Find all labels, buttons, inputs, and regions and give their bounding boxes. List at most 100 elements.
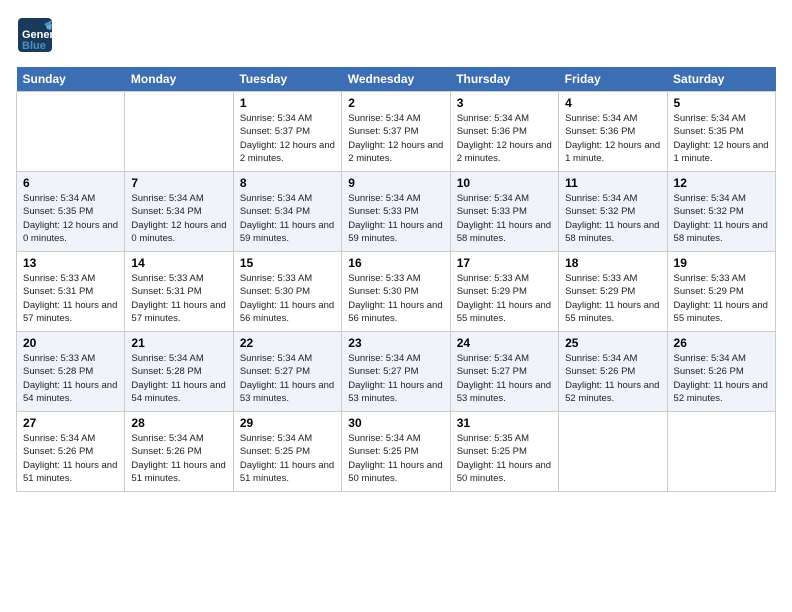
day-number: 29 — [240, 416, 335, 430]
page-header: General Blue — [16, 16, 776, 59]
day-number: 12 — [674, 176, 769, 190]
calendar-cell: 20 Sunrise: 5:33 AM Sunset: 5:28 PM Dayli… — [17, 332, 125, 412]
day-number: 14 — [131, 256, 226, 270]
day-info: Sunrise: 5:33 AM Sunset: 5:28 PM Dayligh… — [23, 352, 118, 405]
col-header-sunday: Sunday — [17, 67, 125, 92]
calendar-cell: 14 Sunrise: 5:33 AM Sunset: 5:31 PM Dayli… — [125, 252, 233, 332]
day-info: Sunrise: 5:34 AM Sunset: 5:27 PM Dayligh… — [240, 352, 335, 405]
calendar-cell: 16 Sunrise: 5:33 AM Sunset: 5:30 PM Dayli… — [342, 252, 450, 332]
calendar-cell: 6 Sunrise: 5:34 AM Sunset: 5:35 PM Daylig… — [17, 172, 125, 252]
day-info: Sunrise: 5:34 AM Sunset: 5:35 PM Dayligh… — [674, 112, 769, 165]
day-info: Sunrise: 5:34 AM Sunset: 5:26 PM Dayligh… — [131, 432, 226, 485]
col-header-wednesday: Wednesday — [342, 67, 450, 92]
day-number: 6 — [23, 176, 118, 190]
col-header-friday: Friday — [559, 67, 667, 92]
day-number: 19 — [674, 256, 769, 270]
day-info: Sunrise: 5:34 AM Sunset: 5:28 PM Dayligh… — [131, 352, 226, 405]
calendar-cell: 10 Sunrise: 5:34 AM Sunset: 5:33 PM Dayli… — [450, 172, 558, 252]
calendar-cell: 3 Sunrise: 5:34 AM Sunset: 5:36 PM Daylig… — [450, 92, 558, 172]
day-info: Sunrise: 5:33 AM Sunset: 5:29 PM Dayligh… — [674, 272, 769, 325]
calendar-cell: 9 Sunrise: 5:34 AM Sunset: 5:33 PM Daylig… — [342, 172, 450, 252]
day-number: 11 — [565, 176, 660, 190]
calendar-cell — [17, 92, 125, 172]
day-info: Sunrise: 5:34 AM Sunset: 5:27 PM Dayligh… — [348, 352, 443, 405]
calendar-cell: 26 Sunrise: 5:34 AM Sunset: 5:26 PM Dayli… — [667, 332, 775, 412]
day-number: 4 — [565, 96, 660, 110]
day-number: 31 — [457, 416, 552, 430]
day-number: 10 — [457, 176, 552, 190]
day-info: Sunrise: 5:34 AM Sunset: 5:25 PM Dayligh… — [240, 432, 335, 485]
day-info: Sunrise: 5:34 AM Sunset: 5:26 PM Dayligh… — [565, 352, 660, 405]
day-info: Sunrise: 5:34 AM Sunset: 5:25 PM Dayligh… — [348, 432, 443, 485]
day-number: 24 — [457, 336, 552, 350]
calendar-cell: 15 Sunrise: 5:33 AM Sunset: 5:30 PM Dayli… — [233, 252, 341, 332]
day-info: Sunrise: 5:34 AM Sunset: 5:33 PM Dayligh… — [457, 192, 552, 245]
calendar-cell: 8Sunrise: 5:34 AM Sunset: 5:34 PM Daylig… — [233, 172, 341, 252]
day-number: 26 — [674, 336, 769, 350]
day-number: 5 — [674, 96, 769, 110]
calendar-cell: 12 Sunrise: 5:34 AM Sunset: 5:32 PM Dayli… — [667, 172, 775, 252]
calendar-cell: 13 Sunrise: 5:33 AM Sunset: 5:31 PM Dayli… — [17, 252, 125, 332]
calendar-cell: 29 Sunrise: 5:34 AM Sunset: 5:25 PM Dayli… — [233, 412, 341, 492]
day-number: 16 — [348, 256, 443, 270]
calendar-cell: 4Sunrise: 5:34 AM Sunset: 5:36 PM Daylig… — [559, 92, 667, 172]
calendar-cell: 30 Sunrise: 5:34 AM Sunset: 5:25 PM Dayli… — [342, 412, 450, 492]
calendar-cell: 19 Sunrise: 5:33 AM Sunset: 5:29 PM Dayli… — [667, 252, 775, 332]
calendar-cell: 21 Sunrise: 5:34 AM Sunset: 5:28 PM Dayli… — [125, 332, 233, 412]
day-info: Sunrise: 5:33 AM Sunset: 5:29 PM Dayligh… — [457, 272, 552, 325]
calendar-cell — [125, 92, 233, 172]
calendar-cell: 11 Sunrise: 5:34 AM Sunset: 5:32 PM Dayli… — [559, 172, 667, 252]
day-number: 21 — [131, 336, 226, 350]
day-info: Sunrise: 5:33 AM Sunset: 5:30 PM Dayligh… — [240, 272, 335, 325]
day-number: 9 — [348, 176, 443, 190]
day-number: 23 — [348, 336, 443, 350]
day-info: Sunrise: 5:35 AM Sunset: 5:25 PM Dayligh… — [457, 432, 552, 485]
day-info: Sunrise: 5:34 AM Sunset: 5:34 PM Dayligh… — [240, 192, 335, 245]
day-info: Sunrise: 5:34 AM Sunset: 5:32 PM Dayligh… — [565, 192, 660, 245]
day-info: Sunrise: 5:33 AM Sunset: 5:31 PM Dayligh… — [131, 272, 226, 325]
calendar-cell: 5 Sunrise: 5:34 AM Sunset: 5:35 PM Daylig… — [667, 92, 775, 172]
day-number: 13 — [23, 256, 118, 270]
day-number: 1 — [240, 96, 335, 110]
day-info: Sunrise: 5:34 AM Sunset: 5:27 PM Dayligh… — [457, 352, 552, 405]
calendar-cell: 31 Sunrise: 5:35 AM Sunset: 5:25 PM Dayli… — [450, 412, 558, 492]
col-header-saturday: Saturday — [667, 67, 775, 92]
day-number: 30 — [348, 416, 443, 430]
col-header-tuesday: Tuesday — [233, 67, 341, 92]
calendar-cell: 23 Sunrise: 5:34 AM Sunset: 5:27 PM Dayli… — [342, 332, 450, 412]
day-number: 20 — [23, 336, 118, 350]
day-number: 15 — [240, 256, 335, 270]
calendar-cell: 22 Sunrise: 5:34 AM Sunset: 5:27 PM Dayli… — [233, 332, 341, 412]
day-number: 7 — [131, 176, 226, 190]
calendar-cell: 24 Sunrise: 5:34 AM Sunset: 5:27 PM Dayli… — [450, 332, 558, 412]
day-info: Sunrise: 5:34 AM Sunset: 5:32 PM Dayligh… — [674, 192, 769, 245]
col-header-monday: Monday — [125, 67, 233, 92]
calendar-cell: 7Sunrise: 5:34 AM Sunset: 5:34 PM Daylig… — [125, 172, 233, 252]
day-number: 28 — [131, 416, 226, 430]
calendar-cell: 2Sunrise: 5:34 AM Sunset: 5:37 PM Daylig… — [342, 92, 450, 172]
day-number: 25 — [565, 336, 660, 350]
calendar-cell: 28 Sunrise: 5:34 AM Sunset: 5:26 PM Dayli… — [125, 412, 233, 492]
day-info: Sunrise: 5:33 AM Sunset: 5:31 PM Dayligh… — [23, 272, 118, 325]
day-info: Sunrise: 5:34 AM Sunset: 5:36 PM Dayligh… — [457, 112, 552, 165]
calendar-cell: 17 Sunrise: 5:33 AM Sunset: 5:29 PM Dayli… — [450, 252, 558, 332]
calendar-cell: 1Sunrise: 5:34 AM Sunset: 5:37 PM Daylig… — [233, 92, 341, 172]
day-info: Sunrise: 5:34 AM Sunset: 5:26 PM Dayligh… — [23, 432, 118, 485]
svg-text:Blue: Blue — [22, 40, 46, 52]
day-number: 18 — [565, 256, 660, 270]
day-number: 27 — [23, 416, 118, 430]
day-number: 17 — [457, 256, 552, 270]
calendar-cell — [559, 412, 667, 492]
day-number: 3 — [457, 96, 552, 110]
day-info: Sunrise: 5:33 AM Sunset: 5:29 PM Dayligh… — [565, 272, 660, 325]
day-info: Sunrise: 5:34 AM Sunset: 5:33 PM Dayligh… — [348, 192, 443, 245]
logo: General Blue — [16, 16, 54, 59]
day-number: 22 — [240, 336, 335, 350]
col-header-thursday: Thursday — [450, 67, 558, 92]
day-info: Sunrise: 5:34 AM Sunset: 5:35 PM Dayligh… — [23, 192, 118, 245]
calendar-cell: 18 Sunrise: 5:33 AM Sunset: 5:29 PM Dayli… — [559, 252, 667, 332]
day-info: Sunrise: 5:34 AM Sunset: 5:37 PM Dayligh… — [348, 112, 443, 165]
day-info: Sunrise: 5:34 AM Sunset: 5:26 PM Dayligh… — [674, 352, 769, 405]
calendar-cell — [667, 412, 775, 492]
day-info: Sunrise: 5:33 AM Sunset: 5:30 PM Dayligh… — [348, 272, 443, 325]
